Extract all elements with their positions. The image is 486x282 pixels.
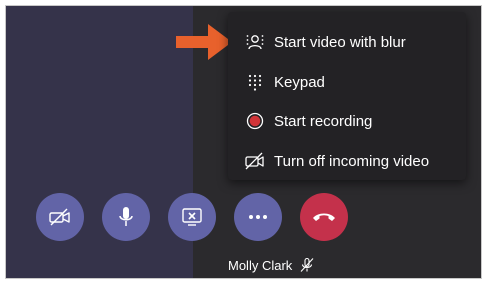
menu-item-start-recording[interactable]: Start recording [228, 101, 466, 141]
menu-item-label: Turn off incoming video [274, 152, 430, 170]
menu-item-label: Keypad [274, 73, 325, 91]
hang-up-icon [313, 213, 335, 221]
keypad-icon [244, 71, 266, 93]
more-actions-menu: Start video with blur Keypad Start recor… [228, 12, 466, 180]
menu-item-turn-off-incoming-video[interactable]: Turn off incoming video [228, 141, 466, 181]
menu-item-label: Start video with blur [274, 33, 406, 51]
menu-item-label: Start recording [274, 112, 373, 130]
blur-background-icon [244, 31, 266, 53]
hang-up-button[interactable] [300, 193, 348, 241]
muted-mic-icon [300, 257, 314, 272]
microphone-button[interactable] [102, 193, 150, 241]
share-screen-button[interactable] [168, 193, 216, 241]
arrow-icon [176, 24, 232, 60]
video-off-icon [244, 150, 266, 172]
more-actions-button[interactable] [234, 193, 282, 241]
stop-sharing-icon [182, 208, 202, 226]
menu-item-start-video-with-blur[interactable]: Start video with blur [228, 22, 466, 62]
menu-item-keypad[interactable]: Keypad [228, 62, 466, 102]
call-window: Start video with blur Keypad Start recor… [5, 5, 482, 279]
record-icon [244, 110, 266, 132]
microphone-icon [119, 207, 133, 226]
video-pane-left [6, 6, 193, 278]
participant-name: Molly Clark [228, 257, 293, 273]
participant-label: Molly Clark [228, 256, 315, 274]
camera-toggle-button[interactable] [36, 193, 84, 241]
video-off-icon [49, 208, 70, 226]
more-icon [249, 215, 267, 219]
